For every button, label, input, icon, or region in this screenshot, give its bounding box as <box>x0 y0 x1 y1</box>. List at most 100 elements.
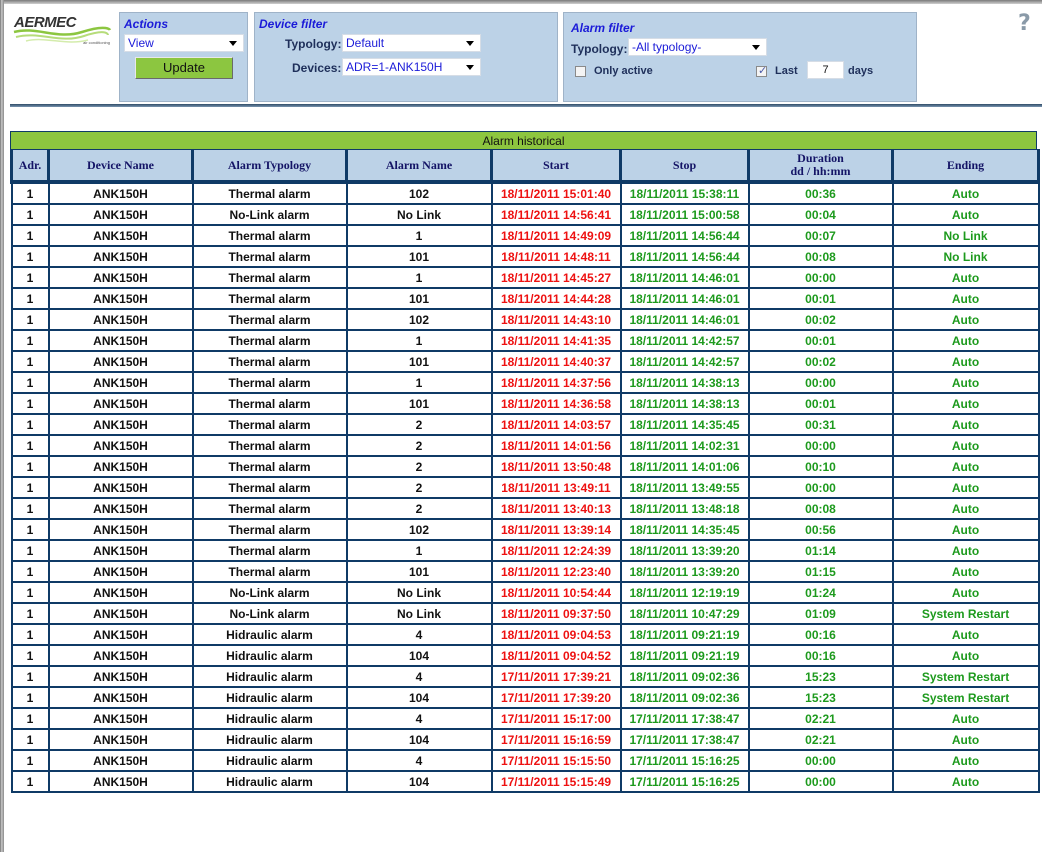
table-row[interactable]: 1 ANK150H Thermal alarm 102 18/11/2011 14:43… <box>10 308 1040 331</box>
table-row[interactable]: 1 ANK150H Hidraulic alarm 104 18/11/2011 09:… <box>10 644 1040 667</box>
table-row[interactable]: 1 ANK150H Thermal alarm 2 18/11/2011 13:40:1… <box>10 497 1040 520</box>
cell-stop: 18/11/2011 14:42:57 <box>619 350 750 373</box>
cell-alarm-name: No Link <box>345 581 493 604</box>
col-header-ending[interactable]: Ending <box>891 149 1040 184</box>
cell-adr: 1 <box>10 665 50 688</box>
duration-header-sub: dd / hh:mm <box>790 164 851 178</box>
table-row[interactable]: 1 ANK150H Thermal alarm 102 18/11/2011 13:39… <box>10 518 1040 541</box>
cell-alarm-typology: Hidraulic alarm <box>191 749 348 772</box>
cell-ending: Auto <box>891 476 1040 499</box>
cell-adr: 1 <box>10 245 50 268</box>
cell-ending: Auto <box>891 707 1040 730</box>
table-row[interactable]: 1 ANK150H Hidraulic alarm 4 18/11/2011 09:04… <box>10 623 1040 646</box>
action-select[interactable]: View <box>124 34 244 52</box>
table-row[interactable]: 1 ANK150H Thermal alarm 2 18/11/2011 14:03:5… <box>10 413 1040 436</box>
cell-start: 17/11/2011 17:39:20 <box>490 686 622 709</box>
cell-ending: Auto <box>891 413 1040 436</box>
table-row[interactable]: 1 ANK150H Hidraulic alarm 4 17/11/2011 15:15… <box>10 749 1040 772</box>
cell-alarm-typology: Thermal alarm <box>191 245 348 268</box>
cell-stop: 18/11/2011 14:56:44 <box>619 224 750 247</box>
cell-adr: 1 <box>10 749 50 772</box>
col-header-alarm-typology[interactable]: Alarm Typology <box>191 149 348 184</box>
cell-duration: 15:23 <box>747 686 894 709</box>
table-row[interactable]: 1 ANK150H Hidraulic alarm 104 17/11/2011 17:… <box>10 686 1040 709</box>
cell-duration: 00:16 <box>747 623 894 646</box>
col-header-start[interactable]: Start <box>490 149 622 184</box>
cell-start: 18/11/2011 14:40:37 <box>490 350 622 373</box>
table-row[interactable]: 1 ANK150H Thermal alarm 1 18/11/2011 14:41:3… <box>10 329 1040 352</box>
only-active-label: Only active <box>594 65 653 77</box>
cell-alarm-name: 4 <box>345 623 493 646</box>
last-days-checkbox[interactable]: ✓ <box>756 65 768 77</box>
cell-ending: Auto <box>891 392 1040 415</box>
device-typology-label: Typology: <box>285 37 342 51</box>
col-header-stop[interactable]: Stop <box>619 149 750 184</box>
table-row[interactable]: 1 ANK150H No-Link alarm No Link 18/11/2011 1… <box>10 203 1040 226</box>
cell-alarm-typology: Thermal alarm <box>191 308 348 331</box>
cell-duration: 00:04 <box>747 203 894 226</box>
table-row[interactable]: 1 ANK150H Thermal alarm 1 18/11/2011 14:45:2… <box>10 266 1040 289</box>
cell-adr: 1 <box>10 413 50 436</box>
help-icon[interactable]: ? <box>1018 11 1031 36</box>
update-button[interactable]: Update <box>135 57 233 79</box>
cell-alarm-typology: Hidraulic alarm <box>191 728 348 751</box>
window-left-frame <box>0 0 4 852</box>
table-row[interactable]: 1 ANK150H Hidraulic alarm 4 17/11/2011 17:39… <box>10 665 1040 688</box>
cell-ending: System Restart <box>891 602 1040 625</box>
table-row[interactable]: 1 ANK150H Thermal alarm 101 18/11/2011 14:44… <box>10 287 1040 310</box>
table-row[interactable]: 1 ANK150H Thermal alarm 101 18/11/2011 12:23… <box>10 560 1040 583</box>
table-row[interactable]: 1 ANK150H Thermal alarm 2 18/11/2011 13:50:4… <box>10 455 1040 478</box>
col-header-duration[interactable]: Duration dd / hh:mm <box>747 149 894 184</box>
table-row[interactable]: 1 ANK150H Thermal alarm 1 18/11/2011 14:37:5… <box>10 371 1040 394</box>
table-row[interactable]: 1 ANK150H Thermal alarm 1 18/11/2011 12:24:3… <box>10 539 1040 562</box>
cell-alarm-typology: Hidraulic alarm <box>191 686 348 709</box>
table-row[interactable]: 1 ANK150H Thermal alarm 102 18/11/2011 15:01… <box>10 180 1040 205</box>
alarm-typology-select[interactable]: -All typology- <box>628 38 767 56</box>
cell-alarm-name: 1 <box>345 539 493 562</box>
devices-select[interactable]: ADR=1-ANK150H <box>342 58 481 76</box>
device-typology-select[interactable]: Default <box>342 34 481 52</box>
chevron-down-icon <box>466 41 474 46</box>
cell-duration: 00:00 <box>747 266 894 289</box>
col-header-adr[interactable]: Adr. <box>10 149 50 184</box>
table-row[interactable]: 1 ANK150H No-Link alarm No Link 18/11/2011 0… <box>10 602 1040 625</box>
only-active-checkbox[interactable] <box>575 66 586 77</box>
cell-start: 18/11/2011 14:01:56 <box>490 434 622 457</box>
table-row[interactable]: 1 ANK150H Hidraulic alarm 104 17/11/2011 15:… <box>10 770 1040 793</box>
cell-start: 18/11/2011 14:56:41 <box>490 203 622 226</box>
table-row[interactable]: 1 ANK150H Thermal alarm 101 18/11/2011 14:36… <box>10 392 1040 415</box>
cell-alarm-typology: Hidraulic alarm <box>191 770 348 793</box>
table-row[interactable]: 1 ANK150H Thermal alarm 2 18/11/2011 13:49:1… <box>10 476 1040 499</box>
table-row[interactable]: 1 ANK150H No-Link alarm No Link 18/11/2011 1… <box>10 581 1040 604</box>
window-top-frame <box>0 0 1042 4</box>
cell-stop: 18/11/2011 13:49:55 <box>619 476 750 499</box>
cell-start: 17/11/2011 17:39:21 <box>490 665 622 688</box>
cell-device-name: ANK150H <box>47 203 194 226</box>
cell-device-name: ANK150H <box>47 224 194 247</box>
cell-device-name: ANK150H <box>47 413 194 436</box>
cell-alarm-typology: Thermal alarm <box>191 455 348 478</box>
cell-alarm-name: 101 <box>345 287 493 310</box>
cell-start: 17/11/2011 15:17:00 <box>490 707 622 730</box>
cell-alarm-typology: Thermal alarm <box>191 266 348 289</box>
table-row[interactable]: 1 ANK150H Hidraulic alarm 4 17/11/2011 15:17… <box>10 707 1040 730</box>
actions-title: Actions <box>124 17 169 31</box>
cell-adr: 1 <box>10 560 50 583</box>
table-row[interactable]: 1 ANK150H Thermal alarm 1 18/11/2011 14:49:0… <box>10 224 1040 247</box>
cell-device-name: ANK150H <box>47 245 194 268</box>
table-row[interactable]: 1 ANK150H Thermal alarm 2 18/11/2011 14:01:5… <box>10 434 1040 457</box>
col-header-alarm-name[interactable]: Alarm Name <box>345 149 493 184</box>
days-input[interactable]: 7 <box>807 61 844 79</box>
col-header-device-name[interactable]: Device Name <box>47 149 194 184</box>
table-row[interactable]: 1 ANK150H Thermal alarm 101 18/11/2011 14:48… <box>10 245 1040 268</box>
cell-duration: 00:08 <box>747 245 894 268</box>
cell-adr: 1 <box>10 455 50 478</box>
cell-duration: 01:09 <box>747 602 894 625</box>
cell-alarm-typology: Hidraulic alarm <box>191 644 348 667</box>
table-row[interactable]: 1 ANK150H Hidraulic alarm 104 17/11/2011 15:… <box>10 728 1040 751</box>
cell-adr: 1 <box>10 266 50 289</box>
table-row[interactable]: 1 ANK150H Thermal alarm 101 18/11/2011 14:40… <box>10 350 1040 373</box>
checkmark-icon: ✓ <box>758 65 768 77</box>
cell-alarm-typology: Thermal alarm <box>191 392 348 415</box>
alarm-filter-panel: Alarm filter Typology: -All typology- On… <box>563 12 917 102</box>
